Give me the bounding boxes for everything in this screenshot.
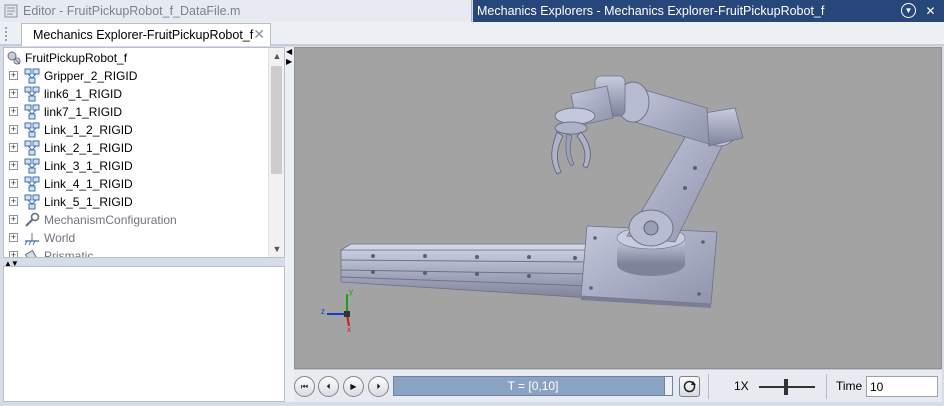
tab-label: Mechanics Explorer-FruitPickupRobot_f [33, 28, 254, 42]
tree-root-label: FruitPickupRobot_f [25, 51, 128, 65]
toolbar-separator [708, 374, 709, 399]
editor-icon [4, 4, 18, 18]
3d-viewport[interactable]: y z x [294, 47, 942, 369]
expand-icon[interactable]: + [9, 179, 18, 188]
tree-item-label: World [44, 231, 76, 245]
properties-panel [3, 266, 285, 402]
axis-triad: y z x [321, 287, 353, 334]
robot-gripper [551, 85, 614, 175]
rigid-body-icon [24, 140, 40, 156]
wrench-icon [24, 212, 40, 228]
tree-item-label: link7_1_RIGID [44, 105, 123, 119]
expand-icon[interactable]: + [9, 233, 18, 242]
toolbar-separator [826, 374, 827, 399]
playback-speed-label: 1X [734, 379, 749, 393]
robot-scene: y z x [321, 75, 744, 334]
timeline-bar[interactable]: T = [0,10] [393, 376, 673, 396]
expand-icon[interactable]: + [9, 89, 18, 98]
step-forward-icon: ⏵ [376, 381, 381, 391]
skip-back-icon: ⏮ [300, 381, 309, 391]
tree-item-label: Link_5_1_RIGID [44, 195, 133, 209]
tab-bar: Mechanics Explorer-FruitPickupRobot_f ✕ [0, 22, 944, 46]
linear-rail [339, 243, 603, 299]
model-root-icon [7, 51, 21, 65]
step-back-button[interactable]: ⏴ [318, 376, 339, 397]
loop-icon [683, 380, 696, 393]
rigid-body-icon [24, 86, 40, 102]
step-forward-button[interactable]: ⏵ [368, 376, 389, 397]
tree-item-label: MechanismConfiguration [44, 213, 177, 227]
tree-item-label: link6_1_RIGID [44, 87, 123, 101]
tree-item-label: Link_2_1_RIGID [44, 141, 133, 155]
play-button[interactable]: ▶ [343, 376, 364, 397]
chevron-down-circle-icon[interactable]: ▼ [901, 3, 916, 18]
vertical-splitter[interactable]: ◀ ▶ [285, 47, 294, 402]
editor-title: Editor - FruitPickupRobot_f_DataFile.m [23, 4, 241, 18]
tree-item-label: Link_4_1_RIGID [44, 177, 133, 191]
mechanics-explorers-title: Mechanics Explorers - Mechanics Explorer… [477, 4, 825, 18]
triad-y-label: y [349, 287, 353, 296]
scroll-thumb[interactable] [271, 66, 282, 174]
timeline-handle[interactable] [664, 376, 673, 396]
expand-right-icon[interactable]: ▶ [286, 57, 292, 66]
scroll-up-icon[interactable]: ▲ [269, 48, 284, 64]
tree-vertical-scrollbar[interactable]: ▲ ▼ [268, 48, 284, 257]
loop-playback-button[interactable] [679, 376, 700, 397]
mechanics-explorers-titlebar[interactable]: Mechanics Explorers - Mechanics Explorer… [473, 0, 944, 22]
triad-x-label: x [347, 325, 351, 334]
rigid-body-icon [24, 194, 40, 210]
prismatic-joint-icon [24, 248, 40, 257]
skip-to-start-button[interactable]: ⏮ [294, 376, 315, 397]
expand-icon[interactable]: + [9, 143, 18, 152]
rigid-body-icon [24, 104, 40, 120]
timeline-label: T = [0,10] [507, 379, 559, 393]
rigid-body-icon [24, 68, 40, 84]
playback-toolbar: ⏮ ⏴ ▶ ⏵ T = [0,10] 1X Time [294, 369, 942, 402]
world-frame-icon [24, 230, 40, 246]
expand-icon[interactable]: + [9, 197, 18, 206]
editor-titlebar[interactable]: Editor - FruitPickupRobot_f_DataFile.m [0, 0, 472, 22]
speed-slider-thumb[interactable] [784, 379, 788, 395]
rigid-body-icon [24, 176, 40, 192]
model-tree[interactable]: FruitPickupRobot_f + Gripper_2_RIGID + link… [3, 47, 285, 258]
expand-icon[interactable]: + [9, 125, 18, 134]
expand-icon[interactable]: + [9, 107, 18, 116]
time-label: Time [836, 379, 863, 393]
grip-handle-icon[interactable] [5, 27, 9, 41]
rigid-body-icon [24, 122, 40, 138]
expand-icon[interactable]: + [9, 251, 18, 257]
tab-mechanics-explorer[interactable]: Mechanics Explorer-FruitPickupRobot_f ✕ [21, 23, 271, 46]
robot-upper-arm [594, 75, 744, 147]
scroll-down-icon[interactable]: ▼ [269, 241, 284, 257]
tree-item-label: Link_1_2_RIGID [44, 123, 133, 137]
expand-icon[interactable]: + [9, 71, 18, 80]
tree-item-label: Link_3_1_RIGID [44, 159, 133, 173]
tree-item-label: Gripper_2_RIGID [44, 69, 138, 83]
tab-close-icon[interactable]: ✕ [253, 26, 265, 43]
play-icon: ▶ [350, 382, 357, 391]
expand-icon[interactable]: + [9, 161, 18, 170]
triad-z-label: z [321, 307, 325, 316]
close-icon[interactable]: ✕ [923, 3, 938, 18]
tree-item-label: Prismatic [44, 249, 94, 258]
expand-icon[interactable]: + [9, 215, 18, 224]
rigid-body-icon [24, 158, 40, 174]
collapse-left-icon[interactable]: ◀ [286, 47, 292, 56]
time-input[interactable] [866, 376, 938, 397]
step-back-icon: ⏴ [326, 381, 331, 391]
